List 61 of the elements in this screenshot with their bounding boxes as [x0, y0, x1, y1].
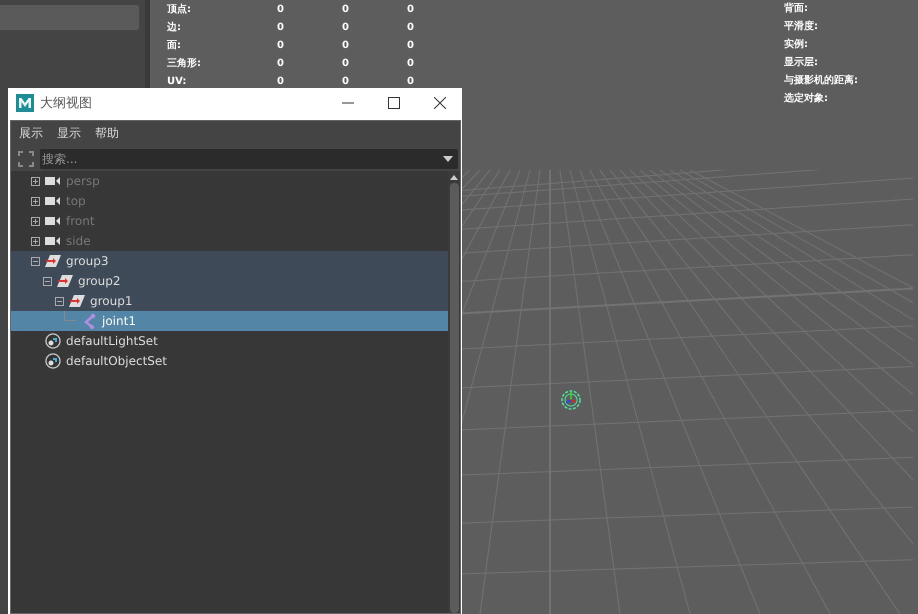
- stat-value: 0: [277, 76, 285, 86]
- tree-row[interactable]: defaultLightSet: [11, 331, 448, 351]
- tree-row[interactable]: group2: [11, 271, 448, 291]
- expand-icon[interactable]: [31, 236, 40, 246]
- camera-icon: [45, 216, 61, 226]
- stat-label: 选定对象:: [784, 91, 829, 106]
- set-icon: [45, 353, 61, 369]
- stat-value: 0: [407, 4, 415, 14]
- search-field[interactable]: 搜索...: [40, 149, 458, 169]
- stat-value: 0: [277, 22, 285, 32]
- stat-value: 0: [342, 40, 350, 50]
- menu-item[interactable]: 展示: [19, 124, 43, 142]
- stat-label: UV:: [167, 76, 188, 86]
- select-frame-icon[interactable]: [18, 151, 34, 167]
- tree-row[interactable]: joint1: [11, 311, 448, 331]
- camera-icon: [45, 236, 61, 246]
- close-icon[interactable]: [434, 97, 446, 109]
- stat-value: 0: [277, 4, 285, 14]
- expand-icon[interactable]: [31, 176, 40, 186]
- stat-value: 0: [407, 76, 415, 86]
- stat-label: 与摄影机的距离:: [784, 73, 859, 88]
- stat-value: 0: [277, 40, 285, 50]
- maximize-icon[interactable]: [388, 97, 400, 109]
- stat-value: 0: [342, 4, 350, 14]
- stat-label: 边:: [167, 20, 182, 34]
- collapse-icon[interactable]: [55, 296, 64, 306]
- scroll-up-icon[interactable]: [450, 175, 458, 180]
- stat-label: 背面:: [784, 2, 809, 16]
- collapse-icon[interactable]: [31, 256, 40, 266]
- window-title: 大纲视图: [40, 95, 93, 112]
- stat-value: 0: [407, 40, 415, 50]
- stat-value: 0: [342, 22, 350, 32]
- camera-icon: [45, 176, 61, 186]
- stat-label: 三角形:: [167, 56, 202, 70]
- tree-row[interactable]: defaultObjectSet: [11, 351, 448, 371]
- tree-row[interactable]: group1: [11, 291, 448, 311]
- stat-value: 0: [342, 76, 350, 86]
- menu-item[interactable]: 帮助: [95, 124, 119, 142]
- transform-icon: [69, 293, 85, 309]
- stat-value: 0: [277, 58, 285, 68]
- app-logo-icon: [16, 94, 34, 112]
- stat-label: 平滑度:: [784, 19, 819, 34]
- stat-value: 0: [407, 58, 415, 68]
- expand-icon[interactable]: [31, 196, 40, 206]
- joint-gizmo-icon: [559, 388, 583, 412]
- transform-icon: [57, 273, 73, 289]
- stat-value: 0: [407, 22, 415, 32]
- dropdown-caret-icon[interactable]: [443, 156, 453, 162]
- set-icon: [45, 333, 61, 349]
- menu-item[interactable]: 显示: [57, 124, 81, 142]
- stat-label: 顶点:: [167, 2, 192, 16]
- stat-label: 实例:: [784, 37, 809, 52]
- stat-label: 面:: [167, 39, 182, 52]
- collapse-icon[interactable]: [43, 276, 52, 286]
- expand-icon[interactable]: [31, 216, 40, 226]
- stat-label: 显示层:: [784, 56, 819, 70]
- tree-row[interactable]: group3: [11, 251, 448, 271]
- scrollbar-thumb[interactable]: [450, 183, 458, 613]
- transform-icon: [45, 253, 61, 269]
- stat-value: 0: [342, 58, 350, 68]
- camera-icon: [45, 196, 61, 206]
